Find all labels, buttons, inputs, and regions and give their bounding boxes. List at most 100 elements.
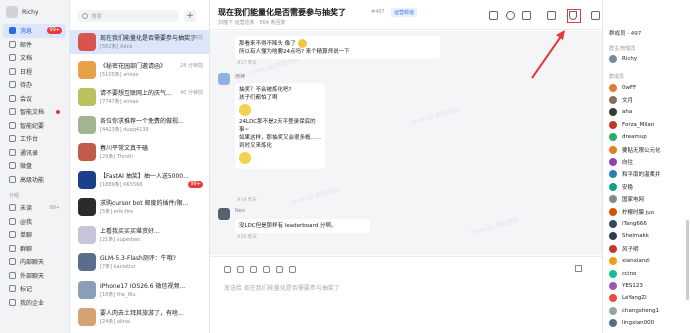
nav-item[interactable]: 通讯录 xyxy=(3,146,66,160)
avatar[interactable] xyxy=(218,73,230,85)
image-icon[interactable] xyxy=(276,266,283,273)
avatar[interactable] xyxy=(6,6,18,18)
conversation-avatar xyxy=(78,253,96,271)
nav-item[interactable]: 高级功能 xyxy=(3,173,66,187)
member-item[interactable]: ccino xyxy=(609,268,687,279)
message-bubble[interactable]: 没LDC但是那样有 leaderboard 分啊。 xyxy=(235,219,370,233)
message-meta: #17 昨天 xyxy=(237,61,257,66)
search-input[interactable]: 搜索 xyxy=(78,10,178,22)
nav-item[interactable]: 工作台 xyxy=(3,132,66,146)
group-item[interactable]: 单聊 xyxy=(3,228,66,242)
member-panel: 群成员 · 497 群主/管理员 Richy 群成员 0wFF 文月 aha Forz… xyxy=(602,0,690,333)
nav-item[interactable]: 文档 xyxy=(3,51,66,65)
message-bubble[interactable]: 抽奖？不会被炼化吧? 孩子们都怕了啊 24LDC那不是2天平登录保底的事~ 如果这样… xyxy=(235,83,325,169)
nav-icon xyxy=(9,121,16,129)
nav-icon xyxy=(9,94,16,102)
nav-item[interactable]: 会议 xyxy=(3,92,66,106)
member-item[interactable]: Shelmakk xyxy=(609,231,687,242)
member-item[interactable]: LeYangZi xyxy=(609,293,687,304)
conversation-item[interactable]: 现在我们能量化是否需要参与抽奖了 [562条] Aitck 5 分钟前 xyxy=(70,30,209,54)
member-item[interactable]: aha xyxy=(609,107,687,118)
member-item[interactable]: 风子明 xyxy=(609,243,687,254)
conversation-item[interactable]: IPhone17 IOS26.6 微信视频... [18条] the_Wu xyxy=(70,278,209,302)
group-icon xyxy=(9,204,16,212)
group-item[interactable]: 内部聊天 xyxy=(3,255,66,269)
scissors-icon[interactable] xyxy=(250,266,257,273)
member-name: YES123 xyxy=(622,282,643,289)
unread-badge: 99+ xyxy=(47,27,62,35)
member-item[interactable]: lingxian000 xyxy=(609,318,687,329)
message-input[interactable]: 发送给 现在我们能量化是否需要参与抽奖了 xyxy=(224,283,340,292)
conversation-time: 28 分钟前 xyxy=(180,62,203,69)
member-item[interactable]: 安稳 xyxy=(609,181,687,192)
member-item[interactable]: 文月 xyxy=(609,94,687,105)
member-item[interactable]: 和平南的温柔并 xyxy=(609,169,687,180)
sender-name[interactable]: Neo xyxy=(235,208,245,214)
group-list: 未读 99+ @我 单聊 群聊 内部聊天 外部聊天 标记 我的企业 xyxy=(0,201,69,309)
avatar[interactable] xyxy=(218,208,230,220)
conversation-item[interactable]: 要人肉去土拜其旅游了，有啥... [24条] alinai xyxy=(70,305,209,329)
conversation-item[interactable]: 求购cursor bot 邮度的插件/限... [5条] erik-fire xyxy=(70,195,209,219)
group-item[interactable]: 标记 xyxy=(3,282,66,296)
member-item[interactable]: 0wFF xyxy=(609,82,687,93)
member-item[interactable]: Richy xyxy=(609,53,687,64)
member-item[interactable]: iTang666 xyxy=(609,218,687,229)
scrollbar[interactable] xyxy=(686,220,689,300)
group-item[interactable]: @我 xyxy=(3,215,66,229)
add-button[interactable]: + xyxy=(184,10,196,22)
group-item[interactable]: 外部聊天 xyxy=(3,269,66,283)
conversation-item[interactable]: 上看我买买买堪资好... [21条] superben xyxy=(70,223,209,247)
chat-history-icon[interactable] xyxy=(522,11,531,20)
conversation-item[interactable]: 《秘密花园部门邀请函》 [5105条] xmiao 28 分钟前 xyxy=(70,58,209,82)
highlight-box xyxy=(567,9,581,23)
translate-icon[interactable] xyxy=(547,11,556,20)
member-item[interactable]: Forza_Milan xyxy=(609,119,687,130)
group-count: 99+ xyxy=(49,204,60,211)
nav-item[interactable]: 日程 xyxy=(3,65,66,79)
member-item[interactable]: 柠檬时膜 jun xyxy=(609,206,687,217)
conversation-item[interactable]: 春川平常文真干磕 [29条] Throth xyxy=(70,140,209,164)
member-item[interactable]: 要贴无限公元化 xyxy=(609,144,687,155)
watermark: linux.do 内部资料 xyxy=(410,106,461,127)
nav-icon xyxy=(9,40,16,48)
member-name: 文月 xyxy=(622,97,634,104)
group-item[interactable]: 群聊 xyxy=(3,242,66,256)
member-item[interactable]: 国家电网 xyxy=(609,194,687,205)
conversation-item[interactable]: 请不要想互联网上的庆气... [7747条] xmiao 40 分钟前 xyxy=(70,85,209,109)
member-item[interactable]: YES123 xyxy=(609,280,687,291)
folder-icon[interactable] xyxy=(263,266,270,273)
expand-icon[interactable] xyxy=(575,265,582,272)
message-bubble[interactable]: 那看来不得不降头 像了 所以有人懂为啥要24点吗? 来个精算师说一下 xyxy=(235,36,440,59)
nav-item[interactable]: 邮件 xyxy=(3,38,66,52)
conversation-item[interactable]: 各位你求推荐一个免费的做视... [4423条] duqq4139 xyxy=(70,113,209,137)
video-call-icon[interactable] xyxy=(489,11,498,20)
member-avatar xyxy=(609,145,617,154)
member-item[interactable]: dreamup xyxy=(609,132,687,143)
at-mention-icon[interactable] xyxy=(224,266,231,273)
nav-item[interactable]: 智能文档 xyxy=(3,105,66,119)
member-avatar xyxy=(609,170,617,179)
nav-item[interactable]: 消息 99+ xyxy=(3,24,66,38)
nav-item[interactable]: 待办 xyxy=(3,78,66,92)
message-text: 所以有人懂为啥要24点吗? 来个精算师说一下 xyxy=(239,49,350,55)
conversation-title: 各位你求推荐一个免费的做视... xyxy=(100,117,184,125)
member-item[interactable]: changsheng1 xyxy=(609,305,687,316)
member-item[interactable]: xianxianzi xyxy=(609,256,687,267)
emoji-icon[interactable] xyxy=(237,266,244,273)
profile[interactable]: Richy xyxy=(0,0,69,24)
conversation-item[interactable]: 【FastAI 抽奖】抽一人送5000... [1889条] KK5566 99+ xyxy=(70,168,209,192)
member-avatar xyxy=(609,207,617,216)
external-link-icon[interactable] xyxy=(591,11,600,20)
channel-tag[interactable]: 运营频道 xyxy=(391,8,418,17)
member-item[interactable]: 向往 xyxy=(609,156,687,167)
sender-name[interactable]: 用神 xyxy=(235,73,245,80)
group-item[interactable]: 未读 99+ xyxy=(3,201,66,215)
nav-item[interactable]: 智能纪要 xyxy=(3,119,66,133)
group-item[interactable]: 我的企业 xyxy=(3,296,66,310)
conversation-snippet: [7747条] xmiao xyxy=(100,99,139,105)
nav-item[interactable]: 微盘 xyxy=(3,159,66,173)
conversation-item[interactable]: GLM-5.3-Flash测评：牛哦? [7条] kanlatlur xyxy=(70,250,209,274)
more-icon[interactable] xyxy=(289,266,296,273)
message-composer[interactable]: 发送给 现在我们能量化是否需要参与抽奖了 xyxy=(210,256,602,333)
phone-icon[interactable] xyxy=(506,11,515,20)
